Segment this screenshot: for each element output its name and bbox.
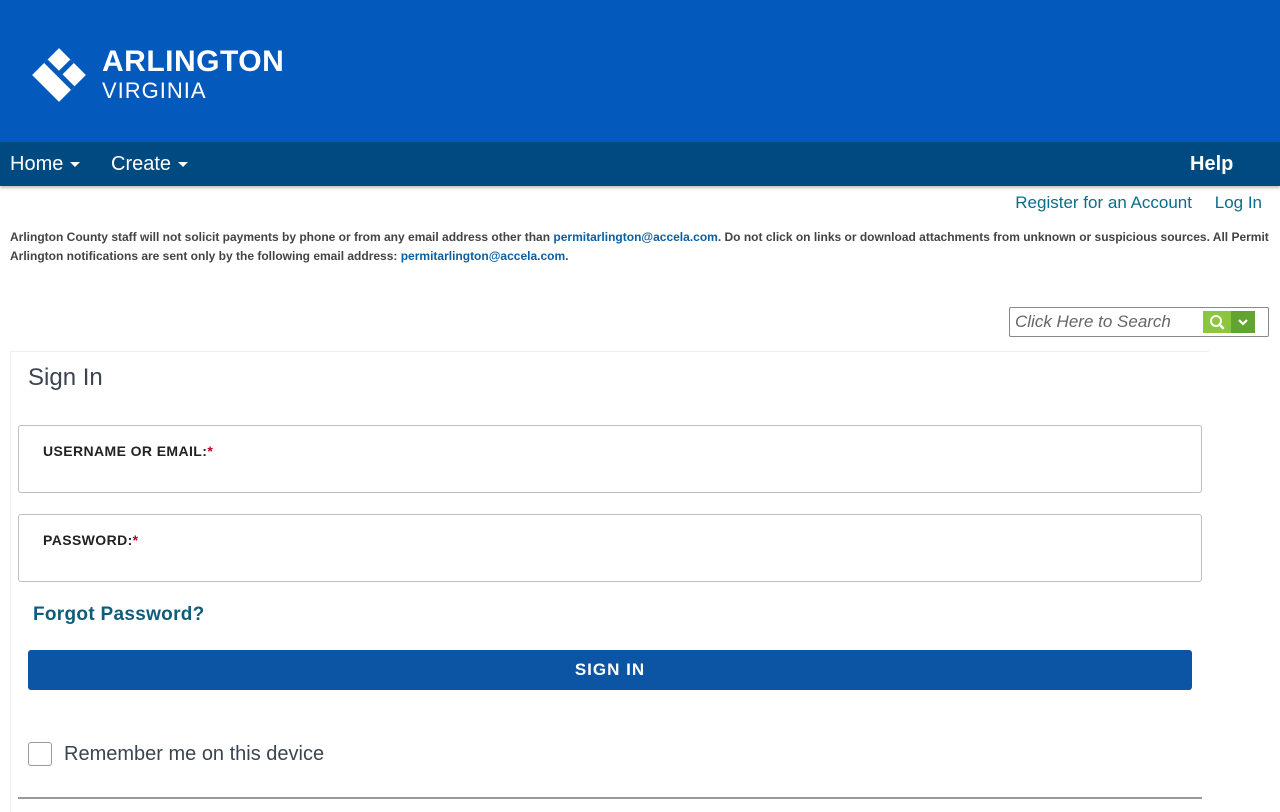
chevron-down-icon — [1238, 319, 1248, 326]
username-field[interactable]: USERNAME OR EMAIL:* — [18, 425, 1202, 493]
global-search[interactable]: Click Here to Search — [1009, 307, 1269, 337]
nav-home[interactable]: Home — [10, 142, 81, 186]
password-input[interactable] — [43, 553, 1177, 577]
username-input[interactable] — [43, 464, 1177, 488]
password-field[interactable]: PASSWORD:* — [18, 514, 1202, 582]
forgot-password-link[interactable]: Forgot Password? — [33, 604, 205, 626]
remember-me[interactable]: Remember me on this device — [28, 742, 324, 766]
security-notice: Arlington County staff will not solicit … — [10, 228, 1275, 266]
main-nav: Home Create Help — [0, 142, 1280, 186]
search-dropdown-button[interactable] — [1231, 311, 1255, 333]
divider — [18, 797, 1202, 799]
password-label: PASSWORD:* — [43, 532, 139, 548]
required-mark: * — [207, 443, 214, 459]
nav-help-label: Help — [1190, 153, 1234, 175]
notice-text-3: . — [565, 249, 569, 263]
caret-down-icon — [178, 161, 189, 167]
header-banner: ARLINGTON VIRGINIA — [0, 0, 1280, 142]
account-links: Register for an Account Log In — [997, 193, 1262, 213]
login-link[interactable]: Log In — [1215, 193, 1262, 212]
search-input[interactable]: Click Here to Search — [1015, 312, 1171, 332]
arlington-logo[interactable]: ARLINGTON VIRGINIA — [28, 44, 284, 106]
notice-email-link-2[interactable]: permitarlington@accela.com — [401, 249, 565, 263]
caret-down-icon — [70, 161, 81, 167]
logo-line2: VIRGINIA — [102, 78, 207, 103]
notice-text-1: Arlington County staff will not solicit … — [10, 230, 554, 244]
sign-in-button[interactable]: SIGN IN — [28, 650, 1192, 690]
register-link[interactable]: Register for an Account — [1015, 193, 1192, 212]
arlington-diamond-logo-icon — [28, 44, 90, 106]
nav-help[interactable]: Help — [1190, 142, 1233, 186]
remember-me-label: Remember me on this device — [64, 742, 325, 765]
password-label-text: PASSWORD: — [43, 532, 133, 548]
nav-home-label: Home — [10, 153, 64, 175]
search-button[interactable] — [1203, 311, 1231, 333]
username-label: USERNAME OR EMAIL:* — [43, 443, 213, 459]
remember-me-checkbox[interactable] — [28, 742, 52, 766]
required-mark: * — [132, 532, 139, 548]
notice-email-link-1[interactable]: permitarlington@accela.com — [553, 230, 717, 244]
logo-line1: ARLINGTON — [102, 45, 285, 78]
search-icon — [1210, 315, 1225, 330]
nav-create-label: Create — [111, 153, 172, 175]
username-label-text: USERNAME OR EMAIL: — [43, 443, 208, 459]
nav-create[interactable]: Create — [111, 142, 189, 186]
page-title: Sign In — [28, 364, 103, 391]
logo-text: ARLINGTON VIRGINIA — [102, 46, 284, 104]
